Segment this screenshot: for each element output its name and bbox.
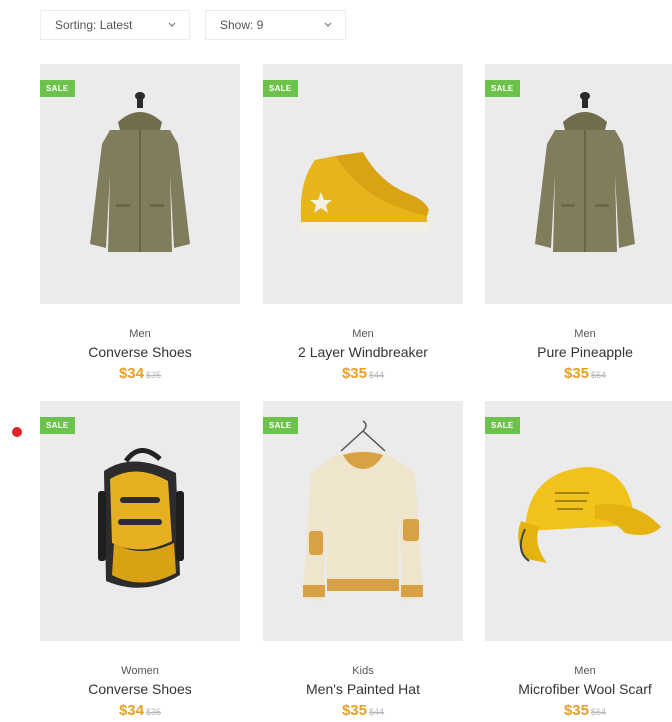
product-card[interactable]: SALE Kids Men's Painted Hat $35 $44: [263, 401, 463, 722]
sale-badge: SALE: [263, 80, 298, 97]
product-image[interactable]: SALE: [485, 401, 672, 641]
product-price: $35: [341, 702, 367, 719]
product-name[interactable]: Microfiber Wool Scarf: [485, 680, 672, 699]
product-image[interactable]: SALE: [40, 64, 240, 304]
product-price: $34: [118, 365, 144, 382]
red-indicator-dot: [12, 427, 22, 437]
product-card[interactable]: SALE Men Pure Pineapple $35 $64: [485, 64, 672, 385]
product-card[interactable]: SALE Men Microfiber Wool Scarf $35 $64: [485, 401, 672, 722]
product-old-price: $44: [369, 370, 385, 380]
show-count-label: Show: 9: [220, 18, 264, 32]
product-old-price: $64: [591, 370, 607, 380]
chevron-down-icon: [323, 20, 333, 30]
product-price: $35: [563, 365, 589, 382]
sale-badge: SALE: [40, 80, 75, 97]
sale-badge: SALE: [485, 417, 520, 434]
show-count-select[interactable]: Show: 9: [205, 10, 346, 40]
product-old-price: $35: [146, 370, 162, 380]
product-image[interactable]: SALE: [40, 401, 240, 641]
jacket-icon: [90, 92, 190, 252]
product-category[interactable]: Men: [40, 327, 240, 341]
product-name[interactable]: Pure Pineapple: [485, 343, 672, 362]
sale-badge: SALE: [40, 417, 75, 434]
jacket-icon: [535, 92, 635, 252]
product-name[interactable]: Converse Shoes: [40, 680, 240, 699]
product-old-price: $44: [369, 707, 385, 717]
product-category[interactable]: Women: [40, 664, 240, 678]
product-price: $34: [118, 702, 144, 719]
product-category[interactable]: Men: [263, 327, 463, 341]
product-card[interactable]: SALE Women Converse Shoes $34 $35: [40, 401, 240, 722]
product-name[interactable]: Men's Painted Hat: [263, 680, 463, 699]
product-card[interactable]: SALE Men Converse Shoes $34 $35: [40, 64, 240, 385]
sale-badge: SALE: [485, 80, 520, 97]
sweater-icon: [303, 420, 423, 601]
cap-icon: [518, 467, 661, 563]
product-category[interactable]: Kids: [263, 664, 463, 678]
product-card[interactable]: SALE Men 2 Layer Windbreaker $35 $44: [263, 64, 463, 385]
product-category[interactable]: Men: [485, 327, 672, 341]
product-name[interactable]: Converse Shoes: [40, 343, 240, 362]
product-name[interactable]: 2 Layer Windbreaker: [263, 343, 463, 362]
sort-select[interactable]: Sorting: Latest: [40, 10, 190, 40]
product-image[interactable]: SALE: [485, 64, 672, 304]
product-image[interactable]: SALE: [263, 401, 463, 641]
sneaker-icon: [299, 152, 431, 232]
product-old-price: $64: [591, 707, 607, 717]
product-price: $35: [563, 702, 589, 719]
product-image[interactable]: SALE: [263, 64, 463, 304]
chevron-down-icon: [167, 20, 177, 30]
product-price: $35: [341, 365, 367, 382]
sale-badge: SALE: [263, 417, 298, 434]
sort-select-label: Sorting: Latest: [55, 18, 133, 32]
backpack-icon: [98, 448, 184, 588]
product-old-price: $35: [146, 707, 162, 717]
product-category[interactable]: Men: [485, 664, 672, 678]
